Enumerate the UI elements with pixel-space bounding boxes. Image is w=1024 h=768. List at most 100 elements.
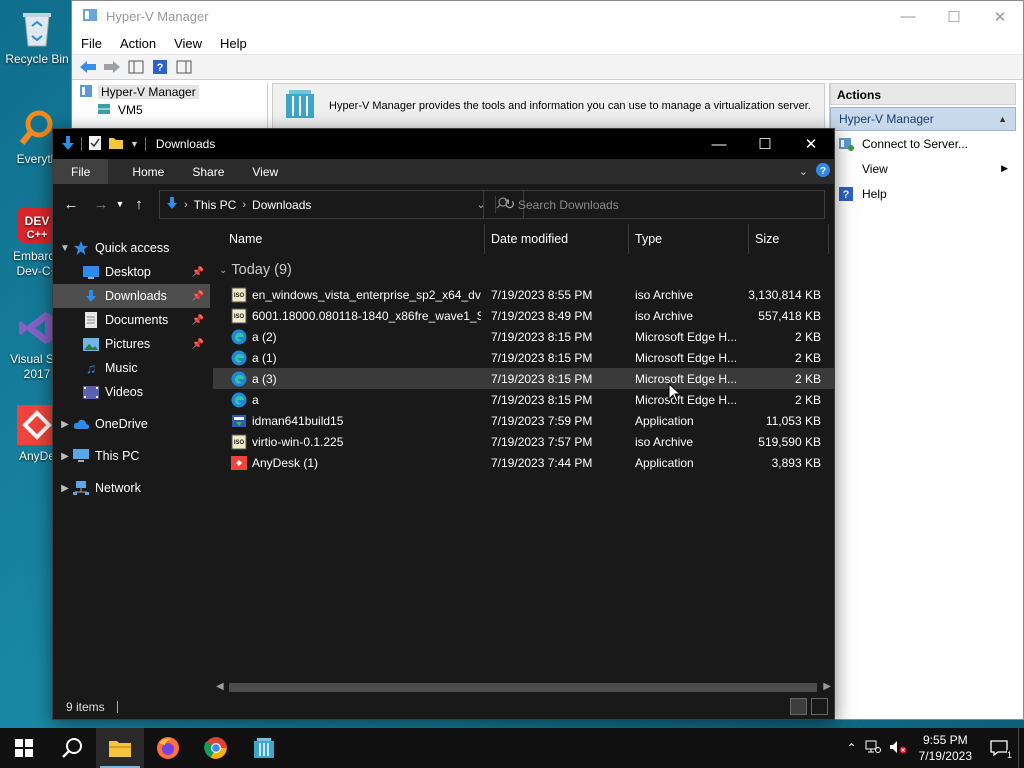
tab-home[interactable]: Home — [118, 159, 178, 184]
tab-file[interactable]: File — [53, 159, 109, 184]
taskbar: ⌃ 9:55 PM 7/19/2023 1 — [0, 728, 1024, 768]
forward-button[interactable]: → — [89, 192, 113, 216]
show-desktop-button[interactable] — [1018, 728, 1024, 768]
clock[interactable]: 9:55 PM 7/19/2023 — [919, 732, 972, 764]
expand-arrow-icon[interactable]: ▶ — [59, 451, 71, 462]
nav-this-pc[interactable]: ▶ This PC — [53, 444, 210, 468]
action-view[interactable]: View ▶ — [830, 156, 1016, 181]
help-icon[interactable]: ? — [150, 57, 170, 77]
show-hidden-icons-icon[interactable]: ⌃ — [847, 741, 857, 755]
hyperv-center-pane: Hyper-V Manager provides the tools and i… — [272, 83, 825, 129]
menu-file[interactable]: File — [72, 36, 111, 51]
close-button[interactable]: ✕ — [788, 129, 834, 159]
hyperv-toolbar: ? — [72, 54, 1023, 80]
search-button[interactable] — [48, 728, 96, 768]
chevron-down-icon[interactable]: ⌄ — [219, 265, 227, 276]
file-row[interactable]: ISO 6001.18000.080118-1840_x86fre_wave1_S… — [213, 305, 834, 326]
chevron-down-icon[interactable]: ▼ — [130, 139, 139, 149]
expand-arrow-icon[interactable]: ▶ — [59, 483, 71, 494]
file-row[interactable]: ISO virtio-win-0.1.225 7/19/2023 7:57 PM is… — [213, 431, 834, 452]
up-button[interactable]: ↑ — [127, 192, 151, 216]
breadcrumb-this-pc[interactable]: This PC — [194, 198, 237, 212]
desktop-icon-recycle-bin[interactable]: Recycle Bin — [2, 8, 72, 66]
file-row[interactable]: ISO en_windows_vista_enterprise_sp2_x64_d… — [213, 284, 834, 305]
action-help[interactable]: ? Help — [830, 181, 1016, 206]
nav-quick-access[interactable]: ▼ Quick access — [53, 236, 210, 260]
minimize-button[interactable]: — — [885, 1, 931, 32]
blank-icon — [838, 161, 854, 177]
expand-ribbon-icon[interactable]: ⌄ — [799, 165, 808, 178]
network-icon[interactable] — [865, 740, 881, 757]
back-button[interactable]: ← — [59, 192, 83, 216]
menu-action[interactable]: Action — [111, 36, 165, 51]
show-action-pane-icon[interactable] — [174, 57, 194, 77]
taskbar-file-explorer[interactable] — [96, 728, 144, 768]
devcpp-icon: DEV C++ — [17, 205, 57, 245]
group-header-today[interactable]: ⌄ Today (9) — [213, 256, 834, 284]
nav-desktop[interactable]: Desktop 📌 — [53, 260, 210, 284]
column-type[interactable]: Type — [629, 224, 749, 254]
file-row[interactable]: AnyDesk (1) 7/19/2023 7:44 PM Application 3… — [213, 452, 834, 473]
scroll-right-arrow-icon[interactable]: ▶ — [823, 681, 831, 692]
navigation-bar: ← → ▼ ↑ › This PC › Downloads ⌄ ↻ Search… — [53, 184, 834, 224]
show-tree-icon[interactable] — [126, 57, 146, 77]
scroll-thumb[interactable] — [229, 683, 817, 692]
file-row[interactable]: a (1) 7/19/2023 8:15 PM Microsoft Edge H..… — [213, 347, 834, 368]
scroll-left-arrow-icon[interactable]: ◀ — [216, 681, 224, 692]
file-row[interactable]: a (3) 7/19/2023 8:15 PM Microsoft Edge H..… — [213, 368, 834, 389]
new-folder-icon[interactable] — [108, 136, 124, 153]
taskbar-chrome[interactable] — [192, 728, 240, 768]
search-box[interactable]: Search Downloads — [483, 190, 825, 219]
menu-help[interactable]: Help — [211, 36, 256, 51]
expand-arrow-icon[interactable]: ▼ — [59, 243, 71, 254]
nav-pictures[interactable]: Pictures 📌 — [53, 332, 210, 356]
hyperv-titlebar[interactable]: Hyper-V Manager — ☐ ✕ — [72, 1, 1023, 32]
tab-view[interactable]: View — [238, 159, 292, 184]
expand-arrow-icon[interactable]: ▶ — [59, 419, 71, 430]
minimize-button[interactable]: — — [696, 129, 742, 159]
clock-date: 7/19/2023 — [918, 749, 972, 763]
status-separator — [116, 700, 118, 713]
back-arrow-icon[interactable] — [78, 57, 98, 77]
forward-arrow-icon[interactable] — [102, 57, 122, 77]
nav-videos[interactable]: Videos — [53, 380, 210, 404]
properties-icon[interactable] — [88, 135, 102, 154]
taskbar-hyperv-manager[interactable] — [240, 728, 288, 768]
recent-locations-button[interactable]: ▼ — [113, 192, 127, 216]
nav-documents[interactable]: Documents 📌 — [53, 308, 210, 332]
notifications-button[interactable]: 1 — [984, 740, 1014, 760]
file-name-cell: a (2) — [231, 326, 481, 347]
column-size[interactable]: Size — [749, 224, 829, 254]
breadcrumb-downloads[interactable]: Downloads — [252, 198, 311, 212]
item-count: 9 items — [66, 699, 105, 714]
details-view-button[interactable] — [790, 698, 807, 715]
start-button[interactable] — [0, 728, 48, 768]
tree-root[interactable]: Hyper-V Manager — [74, 83, 267, 101]
help-icon[interactable]: ? — [816, 163, 830, 180]
collapse-arrow-icon[interactable]: ▲ — [998, 114, 1007, 124]
nav-music[interactable]: ♫ Music — [53, 356, 210, 380]
file-name: a (3) — [252, 371, 277, 386]
tree-vm-node[interactable]: VM5 — [74, 101, 267, 119]
nav-network[interactable]: ▶ Network — [53, 476, 210, 500]
menu-view[interactable]: View — [165, 36, 211, 51]
nav-downloads[interactable]: Downloads 📌 — [53, 284, 210, 308]
taskbar-firefox[interactable] — [144, 728, 192, 768]
file-row[interactable]: a (2) 7/19/2023 8:15 PM Microsoft Edge H..… — [213, 326, 834, 347]
file-row[interactable]: idman641build15 7/19/2023 7:59 PM Applicat… — [213, 410, 834, 431]
action-connect-to-server[interactable]: Connect to Server... — [830, 131, 1016, 156]
svg-text:ISO: ISO — [234, 314, 245, 320]
large-icons-view-button[interactable] — [811, 698, 828, 715]
explorer-titlebar[interactable]: ▼ Downloads — ☐ ✕ — [53, 129, 834, 159]
nav-onedrive[interactable]: ▶ OneDrive — [53, 412, 210, 436]
maximize-button[interactable]: ☐ — [742, 129, 788, 159]
maximize-button[interactable]: ☐ — [931, 1, 977, 32]
column-name[interactable]: Name — [223, 224, 485, 254]
close-button[interactable]: ✕ — [977, 1, 1023, 32]
column-date-modified[interactable]: Date modified — [485, 224, 629, 254]
actions-section-header[interactable]: Hyper-V Manager ▲ — [830, 107, 1016, 131]
file-row[interactable]: a 7/19/2023 8:15 PM Microsoft Edge H... 2 K… — [213, 389, 834, 410]
volume-muted-icon[interactable] — [889, 740, 907, 757]
tab-share[interactable]: Share — [178, 159, 238, 184]
address-bar[interactable]: › This PC › Downloads ⌄ ↻ — [159, 190, 524, 219]
